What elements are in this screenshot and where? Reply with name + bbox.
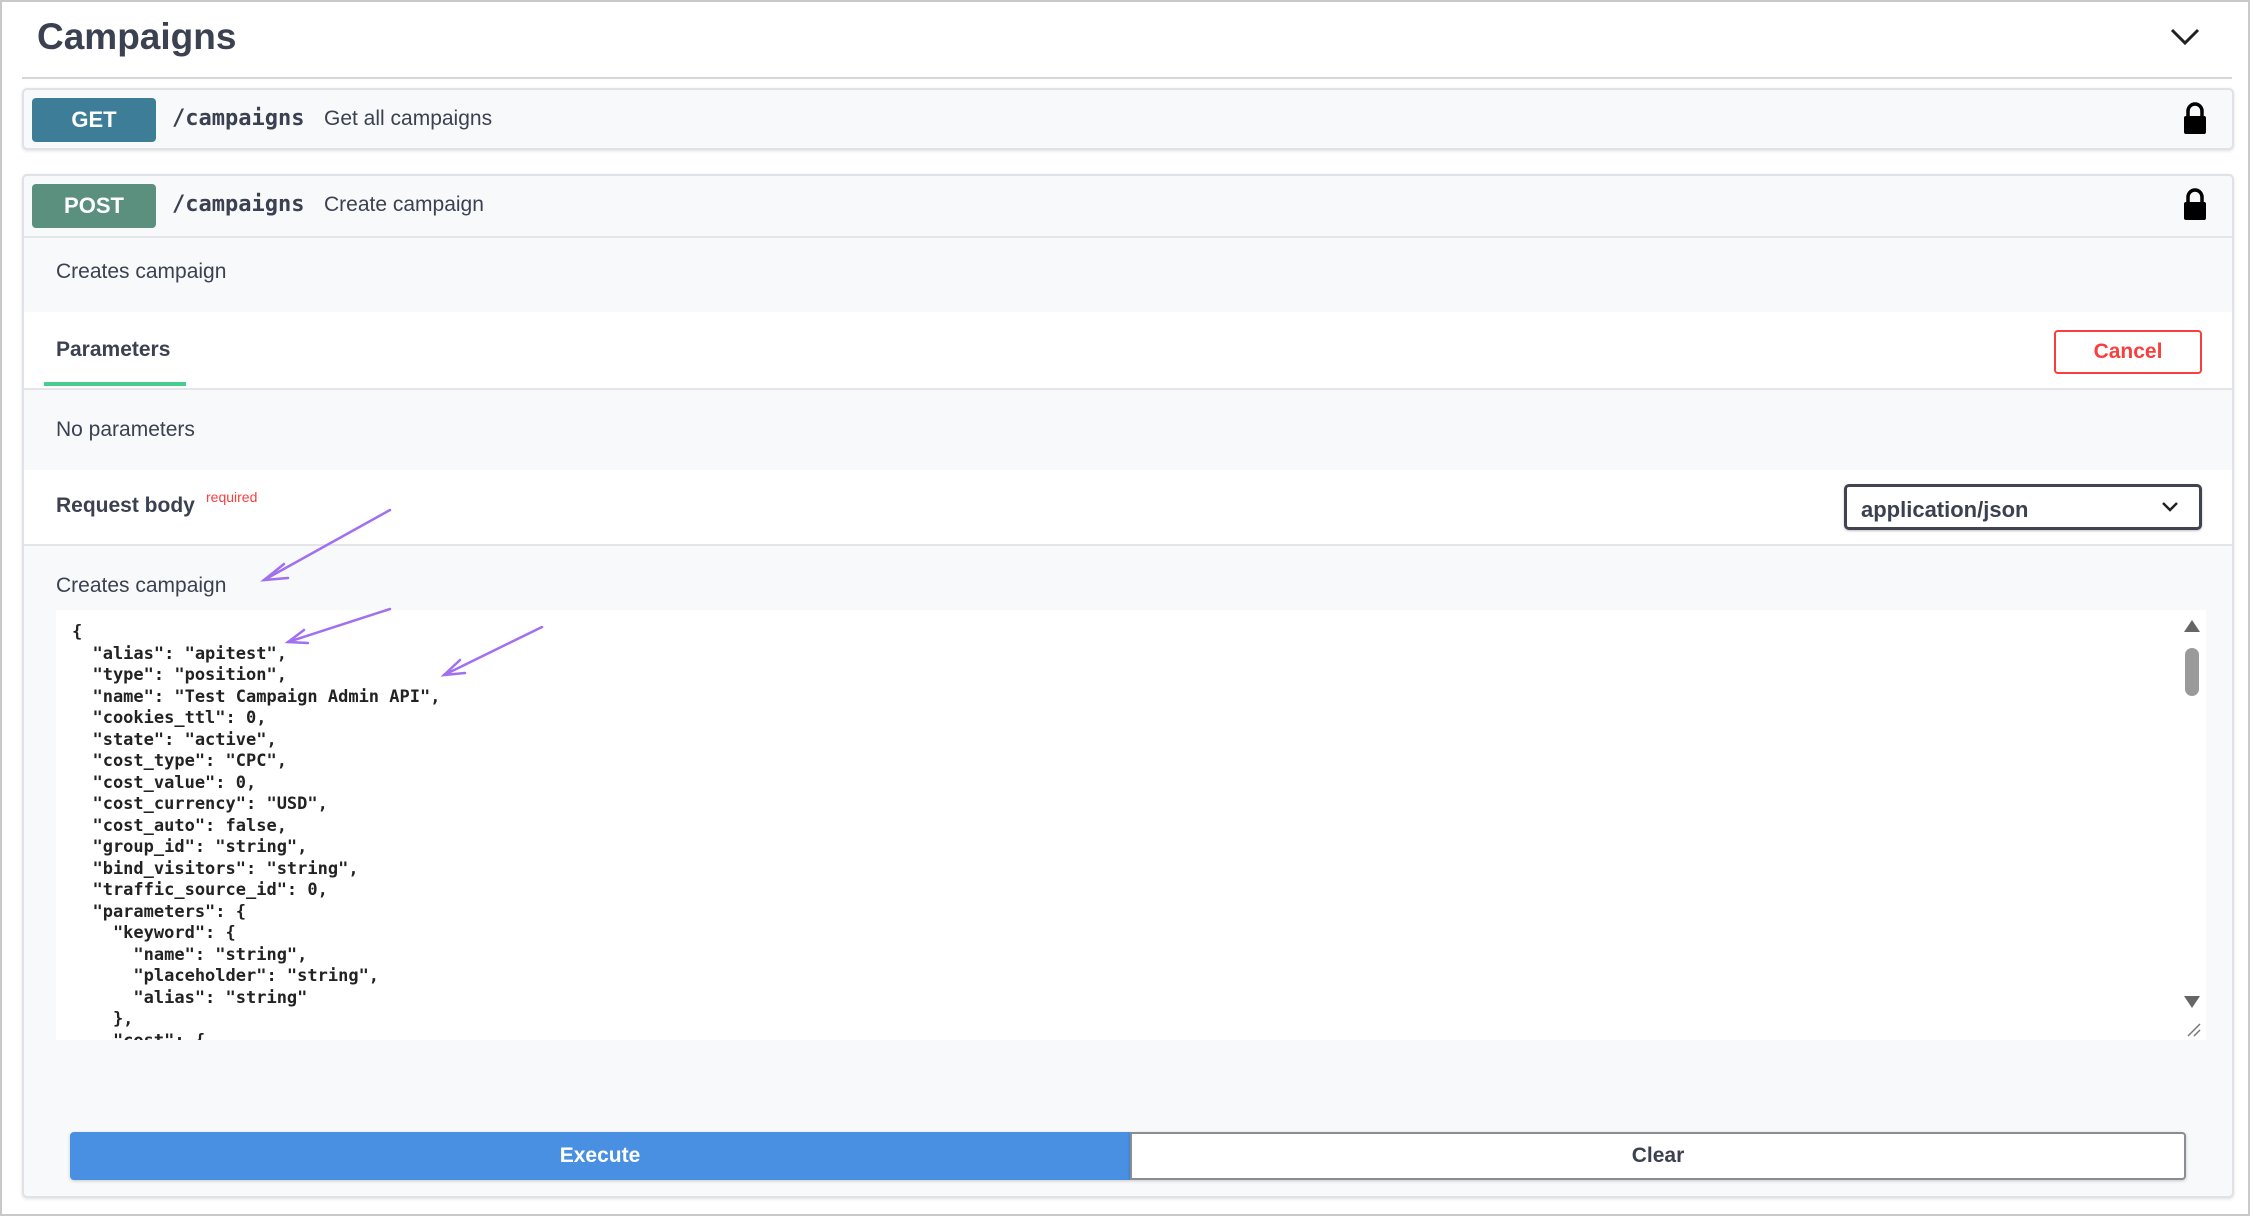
editor-scrollbar[interactable] [2176,610,2206,1040]
request-body-label: Request body [56,494,195,517]
parameters-bar: Parameters Cancel [24,312,2232,390]
campaigns-section-header[interactable]: Campaigns [22,2,2232,79]
tab-active-underline [44,382,186,386]
chevron-down-icon [2162,502,2178,512]
section-title: Campaigns [37,16,237,57]
cancel-button[interactable]: Cancel [2054,330,2202,374]
scroll-up-arrow-icon[interactable] [2182,618,2202,634]
request-body-bar: Request body required application/json [24,470,2232,546]
operation-summary-post[interactable]: POST /campaigns Create campaign [24,176,2232,238]
operation-summary-text: Create campaign [324,193,484,216]
operation-post-campaigns: POST /campaigns Create campaign Creates … [22,174,2234,1198]
operation-summary-text: Get all campaigns [324,107,493,130]
content-type-value: application/json [1861,497,2029,522]
execute-clear-group: Execute Clear [70,1132,2210,1182]
tab-parameters-label: Parameters [56,338,171,361]
execute-button[interactable]: Execute [70,1132,1130,1180]
operation-description: Creates campaign [56,260,227,283]
method-badge-get: GET [32,98,156,142]
operation-path: /campaigns [172,106,305,131]
clear-button[interactable]: Clear [1130,1132,2186,1180]
lock-icon[interactable] [2182,188,2208,222]
scroll-down-arrow-icon[interactable] [2182,994,2202,1010]
request-body-editor[interactable]: { "alias": "apitest", "type": "position"… [56,610,2206,1040]
chevron-down-icon[interactable] [2168,22,2202,52]
required-label: required [206,489,258,505]
resize-handle-icon[interactable] [2182,1018,2202,1038]
method-badge-post: POST [32,184,156,228]
operation-summary-get[interactable]: GET /campaigns Get all campaigns [24,90,2232,150]
request-body-description: Creates campaign [56,574,227,597]
operation-get-campaigns: GET /campaigns Get all campaigns [22,88,2234,150]
content-type-select[interactable]: application/json [1844,484,2202,530]
api-docs-frame: Campaigns GET /campaigns Get all campaig… [0,0,2250,1216]
request-body-code[interactable]: { "alias": "apitest", "type": "position"… [72,622,440,1040]
no-parameters-text: No parameters [56,418,195,441]
operation-path: /campaigns [172,192,305,217]
scrollbar-thumb[interactable] [2185,648,2199,696]
tab-parameters[interactable]: Parameters [44,312,190,390]
lock-icon[interactable] [2182,102,2208,136]
